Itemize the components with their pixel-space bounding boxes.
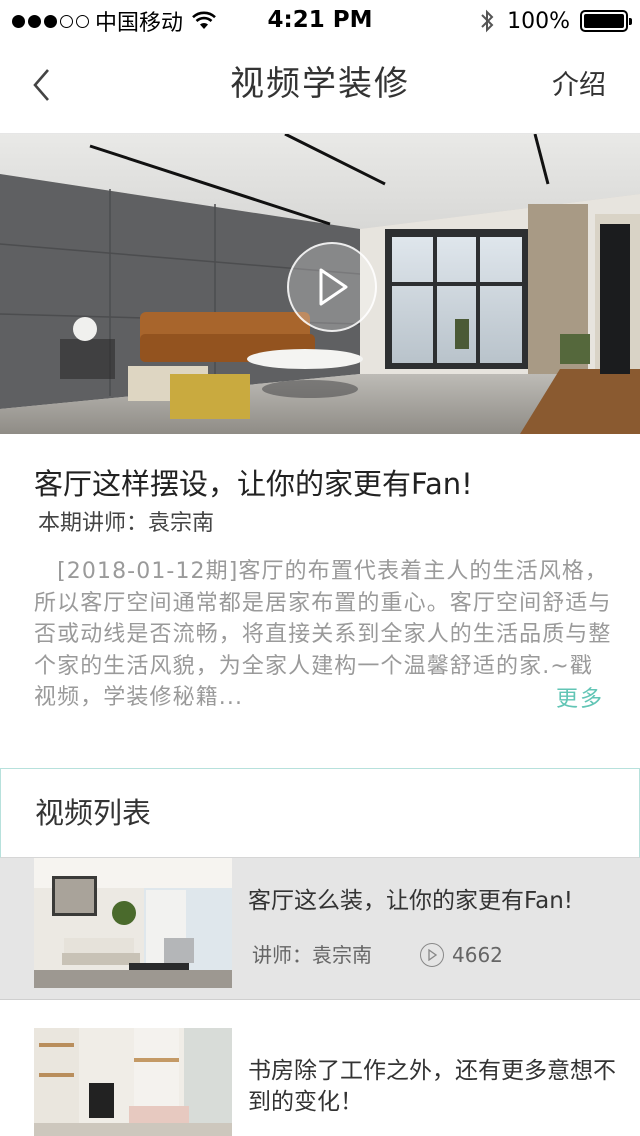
intro-button[interactable]: 介绍 [552,66,606,106]
page-title: 视频学装修 [230,64,410,104]
view-count: 4662 [420,940,503,970]
video-item-lecturer: 讲师：袁宗南 [252,943,372,967]
video-thumbnail [34,858,232,988]
view-count-value: 4662 [452,943,503,967]
video-list-title: 视频列表 [35,796,152,830]
video-item-title: 客厅这么装，让你的家更有Fan! [248,888,574,914]
video-thumbnail [34,1028,232,1136]
nav-bar: 视频学装修 介绍 [0,40,640,134]
battery-icon [580,10,632,32]
play-button[interactable] [287,242,377,332]
lesson-description: [2018-01-12期]客厅的布置代表着主人的生活风格，所以客厅空间通常都是居… [34,556,612,714]
video-list-item[interactable]: 书房除了工作之外，还有更多意想不到的变化！ [0,1028,640,1136]
status-bar: 中国移动 4:21 PM 100% [0,0,640,40]
lesson-description-text: [2018-01-12期]客厅的布置代表着主人的生活风格，所以客厅空间通常都是居… [34,559,612,710]
bluetooth-icon [481,9,494,33]
lesson-lecturer: 本期讲师：袁宗南 [38,511,215,536]
video-item-title: 书房除了工作之外，还有更多意想不到的变化！ [248,1058,616,1115]
play-icon [319,268,348,306]
status-right: 100% [479,6,632,36]
lesson-info: 客厅这样摆设，让你的家更有Fan! 本期讲师：袁宗南 [2018-01-12期]… [0,434,640,762]
more-link[interactable]: 更多 [556,684,604,716]
video-list-item[interactable]: 客厅这么装，让你的家更有Fan! 讲师：袁宗南 4662 [0,858,640,1000]
video-player[interactable] [0,134,640,434]
video-list-header: 视频列表 [0,768,640,858]
battery-percent: 100% [507,8,570,34]
lesson-title: 客厅这样摆设，让你的家更有Fan! [34,467,473,501]
play-count-icon [420,943,444,967]
video-item-meta: 讲师：袁宗南 4662 [252,940,503,970]
